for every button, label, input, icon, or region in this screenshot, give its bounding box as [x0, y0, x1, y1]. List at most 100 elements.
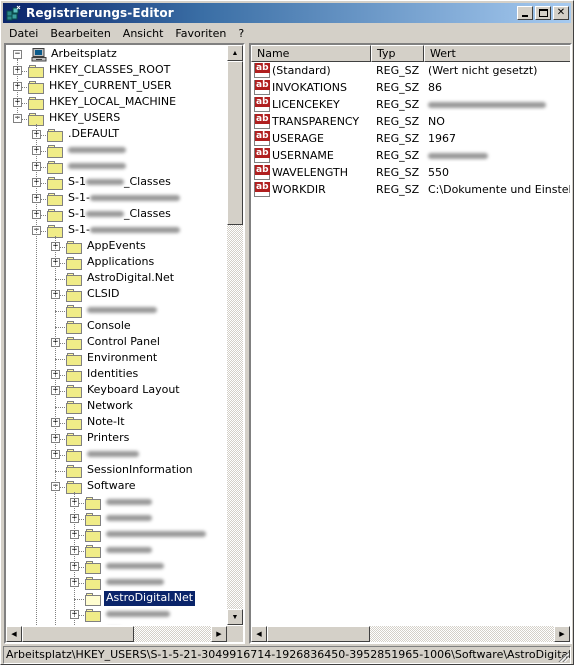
- tree-node-label: Arbeitsplatz: [51, 47, 117, 60]
- tree-node-label: Note-It: [87, 415, 125, 428]
- scroll-right-button[interactable]: ▶: [554, 626, 570, 642]
- tree-node[interactable]: AstroDigital.Net: [6, 590, 226, 607]
- tree-node[interactable]: + CLSID: [6, 287, 226, 303]
- tree-node[interactable]: + Keyboard Layout: [6, 383, 226, 399]
- collapse-icon[interactable]: −: [13, 50, 22, 59]
- tree-node[interactable]: SessionInformation: [6, 463, 226, 479]
- scroll-left-button[interactable]: ◀: [6, 626, 22, 642]
- tree-node-root[interactable]: − Arbeitsplatz: [6, 47, 226, 63]
- value-row[interactable]: ab USERNAME REG_SZ: [251, 147, 570, 164]
- value-row[interactable]: ab INVOKATIONS REG_SZ 86: [251, 79, 570, 96]
- tree-node[interactable]: +: [6, 543, 226, 559]
- tree-node[interactable]: [6, 303, 226, 319]
- menu-ansicht[interactable]: Ansicht: [117, 27, 170, 40]
- menu-favoriten[interactable]: Favoriten: [169, 27, 232, 40]
- tree-node-label: [104, 527, 208, 542]
- tree-node-label: [104, 623, 124, 625]
- tree-node[interactable]: +: [6, 607, 226, 623]
- tree-node[interactable]: +: [6, 527, 226, 543]
- tree-node[interactable]: Console: [6, 319, 226, 335]
- title-bar[interactable]: Registrierungs-Editor ✕: [3, 3, 571, 23]
- value-type: REG_SZ: [376, 98, 420, 111]
- tree-node[interactable]: + HKEY_CURRENT_USER: [6, 79, 226, 95]
- menu-bearbeiten[interactable]: Bearbeiten: [44, 27, 116, 40]
- tree-node[interactable]: +: [6, 447, 226, 463]
- tree-horizontal-scrollbar[interactable]: ◀ ▶: [6, 626, 227, 642]
- tree-node[interactable]: + .DEFAULT: [6, 127, 226, 143]
- tree-node[interactable]: + Applications: [6, 255, 226, 271]
- tree-node-label: Control Panel: [87, 335, 160, 348]
- value-row[interactable]: ab USERAGE REG_SZ 1967: [251, 130, 570, 147]
- tree-node[interactable]: [6, 623, 226, 625]
- tree-node-label: [66, 143, 128, 158]
- tree-node[interactable]: Network: [6, 399, 226, 415]
- tree-node[interactable]: + Note-It: [6, 415, 226, 431]
- tree-connector: [55, 311, 65, 312]
- scroll-up-button[interactable]: ▲: [227, 45, 243, 61]
- value-row[interactable]: ab WAVELENGTH REG_SZ 550: [251, 164, 570, 181]
- folder-icon: [28, 81, 45, 94]
- folder-icon: [66, 337, 83, 350]
- tree-node[interactable]: − HKEY_USERS: [6, 111, 226, 127]
- tree-node[interactable]: +: [6, 511, 226, 527]
- tree-node[interactable]: +: [6, 575, 226, 591]
- tree-node-label: SessionInformation: [87, 463, 193, 476]
- tree-hscroll-thumb[interactable]: [22, 626, 134, 642]
- tree-vertical-scrollbar[interactable]: ▲ ▼: [227, 45, 243, 625]
- value-row[interactable]: ab LICENCEKEY REG_SZ: [251, 96, 570, 113]
- value-row[interactable]: abWORKDIR REG_SZ C:\Dokumente und Einstell…: [251, 181, 570, 198]
- tree-node-label: Environment: [87, 351, 158, 364]
- value-type: REG_SZ: [376, 115, 420, 128]
- tree-node-label: Identities: [87, 367, 139, 380]
- value-row[interactable]: ab (Standard) REG_SZ (Wert nicht gesetzt): [251, 62, 570, 79]
- tree-node[interactable]: AstroDigital.Net: [6, 271, 226, 287]
- column-header-name[interactable]: Name: [251, 45, 371, 62]
- tree-node[interactable]: + S-1 _Classes: [6, 175, 226, 191]
- tree-node-label: [104, 575, 166, 590]
- folder-icon: [85, 609, 102, 622]
- value-data: NO: [428, 115, 445, 128]
- menu-help[interactable]: ?: [232, 27, 250, 40]
- tree-node[interactable]: + S-1 _Classes: [6, 207, 226, 223]
- tree-node[interactable]: + S-1-: [6, 191, 226, 207]
- column-header-value[interactable]: Wert: [424, 45, 570, 62]
- tree-node[interactable]: +: [6, 159, 226, 175]
- close-button[interactable]: ✕: [553, 6, 569, 20]
- folder-icon: [66, 305, 83, 318]
- redacted-text: [106, 531, 206, 537]
- list-horizontal-scrollbar[interactable]: ◀ ▶: [251, 626, 570, 642]
- tree-node-label: [66, 159, 128, 174]
- minimize-button[interactable]: [517, 6, 533, 20]
- tree-node[interactable]: +: [6, 495, 226, 511]
- column-header-type[interactable]: Typ: [371, 45, 424, 62]
- tree-node[interactable]: + AppEvents: [6, 239, 226, 255]
- folder-icon: [28, 97, 45, 110]
- value-name: USERAGE: [272, 132, 324, 145]
- tree-node[interactable]: +: [6, 143, 226, 159]
- tree-node[interactable]: − S-1-: [6, 223, 226, 239]
- value-name-cell: ab WORKDIR: [251, 182, 371, 197]
- tree-node[interactable]: + HKEY_LOCAL_MACHINE: [6, 95, 226, 111]
- value-name-cell: ab LICENCEKEY: [251, 97, 371, 112]
- scroll-right-button[interactable]: ▶: [211, 626, 227, 642]
- resize-grip-icon[interactable]: [557, 650, 569, 662]
- value-name-cell: ab (Standard): [251, 63, 371, 78]
- tree-node[interactable]: + HKEY_CLASSES_ROOT: [6, 63, 226, 79]
- tree-node[interactable]: + Identities: [6, 367, 226, 383]
- maximize-button[interactable]: [535, 6, 551, 20]
- tree-guide-line: [36, 124, 37, 625]
- tree-node-label: AppEvents: [87, 239, 146, 252]
- menu-datei[interactable]: Datei: [3, 27, 44, 40]
- tree-node[interactable]: + Control Panel: [6, 335, 226, 351]
- scroll-down-button[interactable]: ▼: [227, 609, 243, 625]
- minimize-icon: [522, 15, 528, 17]
- list-hscroll-thumb[interactable]: [267, 626, 370, 642]
- tree-node[interactable]: + Printers: [6, 431, 226, 447]
- tree-node[interactable]: +: [6, 559, 226, 575]
- tree-node[interactable]: − Software: [6, 479, 226, 495]
- value-row[interactable]: ab TRANSPARENCY REG_SZ NO: [251, 113, 570, 130]
- tree-node[interactable]: Environment: [6, 351, 226, 367]
- folder-icon: [66, 369, 83, 382]
- tree-vscroll-thumb[interactable]: [227, 61, 243, 225]
- scroll-left-button[interactable]: ◀: [251, 626, 267, 642]
